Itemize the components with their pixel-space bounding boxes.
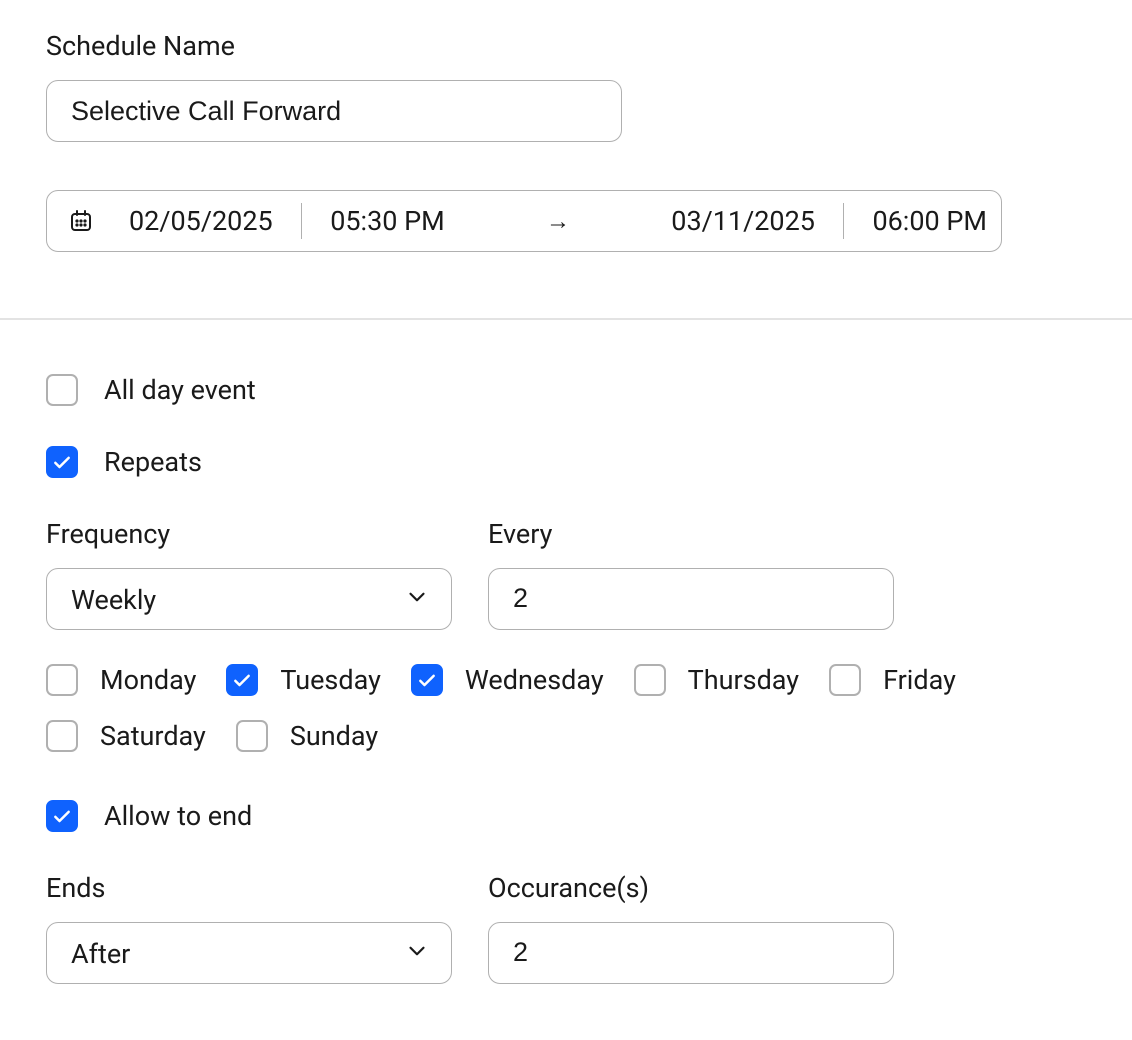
allow-end-checkbox[interactable] xyxy=(46,800,78,832)
occurrence-input[interactable] xyxy=(488,922,894,984)
start-time[interactable]: 05:30 PM xyxy=(330,205,445,237)
calendar-icon xyxy=(67,207,95,235)
days-of-week: Monday Tuesday Wednesday Thursday Friday Satu… xyxy=(46,664,1086,752)
day-checkbox-thursday[interactable] xyxy=(634,664,666,696)
every-input[interactable] xyxy=(488,568,894,630)
ends-select[interactable]: After xyxy=(46,922,452,984)
day-label: Wednesday xyxy=(465,664,604,696)
arrow-right-icon: → xyxy=(445,207,672,236)
frequency-select[interactable]: Weekly xyxy=(46,568,452,630)
schedule-name-label: Schedule Name xyxy=(46,30,1086,62)
end-time[interactable]: 06:00 PM xyxy=(872,205,987,237)
all-day-label: All day event xyxy=(104,374,256,406)
end-date[interactable]: 03/11/2025 xyxy=(671,205,815,237)
schedule-name-input[interactable] xyxy=(46,80,622,142)
repeats-label: Repeats xyxy=(104,446,202,478)
separator xyxy=(843,203,845,239)
start-date[interactable]: 02/05/2025 xyxy=(129,205,273,237)
day-checkbox-friday[interactable] xyxy=(829,664,861,696)
separator xyxy=(301,203,303,239)
day-checkbox-tuesday[interactable] xyxy=(226,664,258,696)
day-label: Monday xyxy=(100,664,196,696)
day-label: Saturday xyxy=(100,720,206,752)
day-label: Thursday xyxy=(688,664,799,696)
allow-end-label: Allow to end xyxy=(104,800,252,832)
day-label: Friday xyxy=(883,664,956,696)
day-checkbox-saturday[interactable] xyxy=(46,720,78,752)
ends-label: Ends xyxy=(46,872,452,904)
day-checkbox-sunday[interactable] xyxy=(236,720,268,752)
all-day-checkbox[interactable] xyxy=(46,374,78,406)
day-label: Sunday xyxy=(290,720,378,752)
repeats-checkbox[interactable] xyxy=(46,446,78,478)
every-label: Every xyxy=(488,518,894,550)
date-range-picker[interactable]: 02/05/2025 05:30 PM → 03/11/2025 06:00 P… xyxy=(46,190,1002,252)
day-checkbox-wednesday[interactable] xyxy=(411,664,443,696)
occurrence-label: Occurance(s) xyxy=(488,872,894,904)
day-checkbox-monday[interactable] xyxy=(46,664,78,696)
day-label: Tuesday xyxy=(280,664,381,696)
frequency-label: Frequency xyxy=(46,518,452,550)
